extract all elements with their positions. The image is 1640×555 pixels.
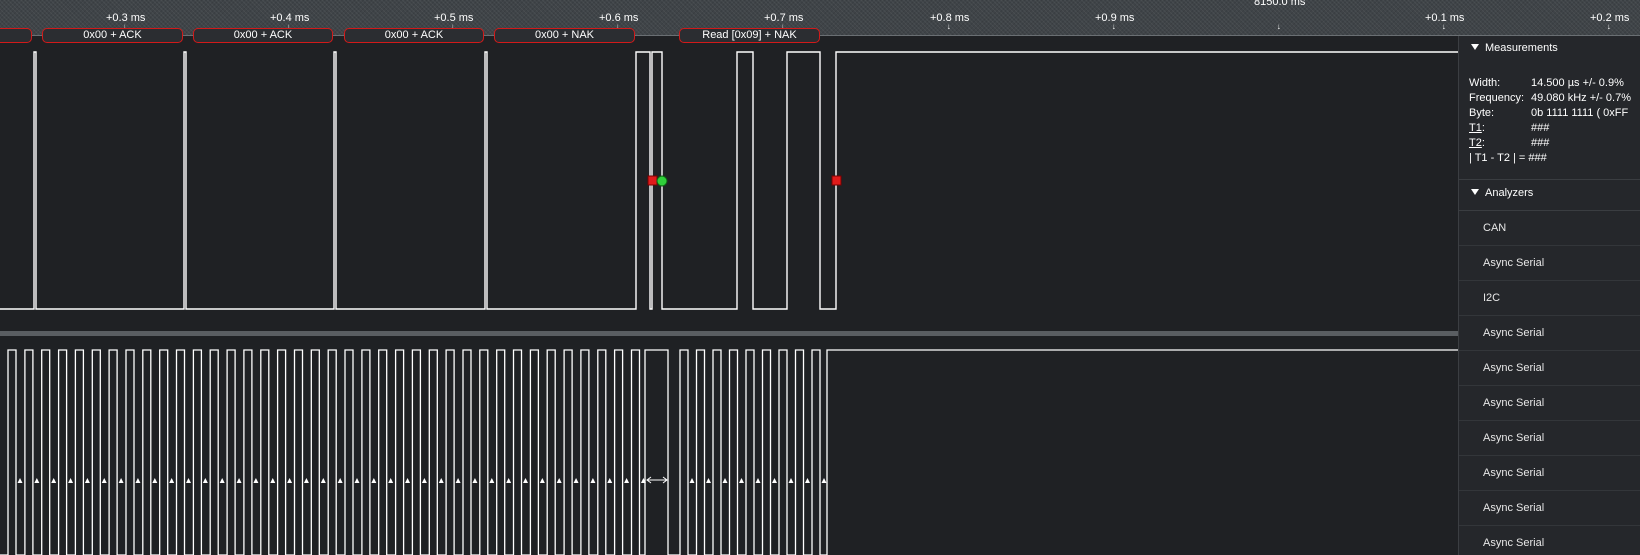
marker-red-1 xyxy=(647,175,658,186)
measure-byte: Byte: 0b 1111 1111 ( 0xFF xyxy=(1469,107,1629,119)
analyzer-item[interactable]: Async Serial xyxy=(1459,246,1640,281)
marker-red-2 xyxy=(831,175,842,186)
section-divider xyxy=(1459,179,1640,180)
analyzer-item[interactable]: Async Serial xyxy=(1459,491,1640,526)
measure-diff: | T1 - T2 | = ### xyxy=(1469,152,1547,164)
analyzer-item[interactable]: Async Serial xyxy=(1459,351,1640,386)
measure-width: Width: 14.500 µs +/- 0.9% xyxy=(1469,77,1624,89)
collapse-triangle-icon[interactable] xyxy=(1471,44,1479,50)
marker-green xyxy=(656,175,668,187)
analyzer-item[interactable]: I2C xyxy=(1459,281,1640,316)
analyzer-item[interactable]: CAN xyxy=(1459,211,1640,246)
decode-bubble[interactable]: 0x00 + ACK xyxy=(344,28,484,43)
decode-bubble[interactable]: 0x00 + ACK xyxy=(193,28,333,43)
analyzers-header[interactable]: Analyzers xyxy=(1459,183,1640,203)
measure-frequency: Frequency: 49.080 kHz +/- 0.7% xyxy=(1469,92,1631,104)
decode-bubble[interactable]: 0x00 + NAK xyxy=(494,28,635,43)
ruler-tick: +0.2 ms ↓ xyxy=(1590,12,1630,31)
analyzer-item[interactable]: Async Serial xyxy=(1459,316,1640,351)
channel-separator xyxy=(0,331,1458,336)
decode-bubble[interactable]: 0x00 + ACK xyxy=(42,28,183,43)
measure-t2[interactable]: T2: ### xyxy=(1469,136,1549,151)
measure-t1[interactable]: T1: ### xyxy=(1469,121,1549,136)
collapse-triangle-icon[interactable] xyxy=(1471,189,1479,195)
analyzer-item[interactable]: Async Serial xyxy=(1459,386,1640,421)
waveform-area[interactable] xyxy=(0,0,1458,555)
side-panel: Measurements Width: 14.500 µs +/- 0.9% Fr… xyxy=(1458,36,1640,555)
analyzer-item[interactable]: Async Serial xyxy=(1459,526,1640,555)
decode-bubble[interactable] xyxy=(0,28,32,43)
analyzer-item[interactable]: Async Serial xyxy=(1459,456,1640,491)
decode-bubble[interactable]: Read [0x09] + NAK xyxy=(679,28,820,43)
analyzer-item[interactable]: Async Serial xyxy=(1459,421,1640,456)
measurements-header[interactable]: Measurements xyxy=(1459,38,1640,58)
